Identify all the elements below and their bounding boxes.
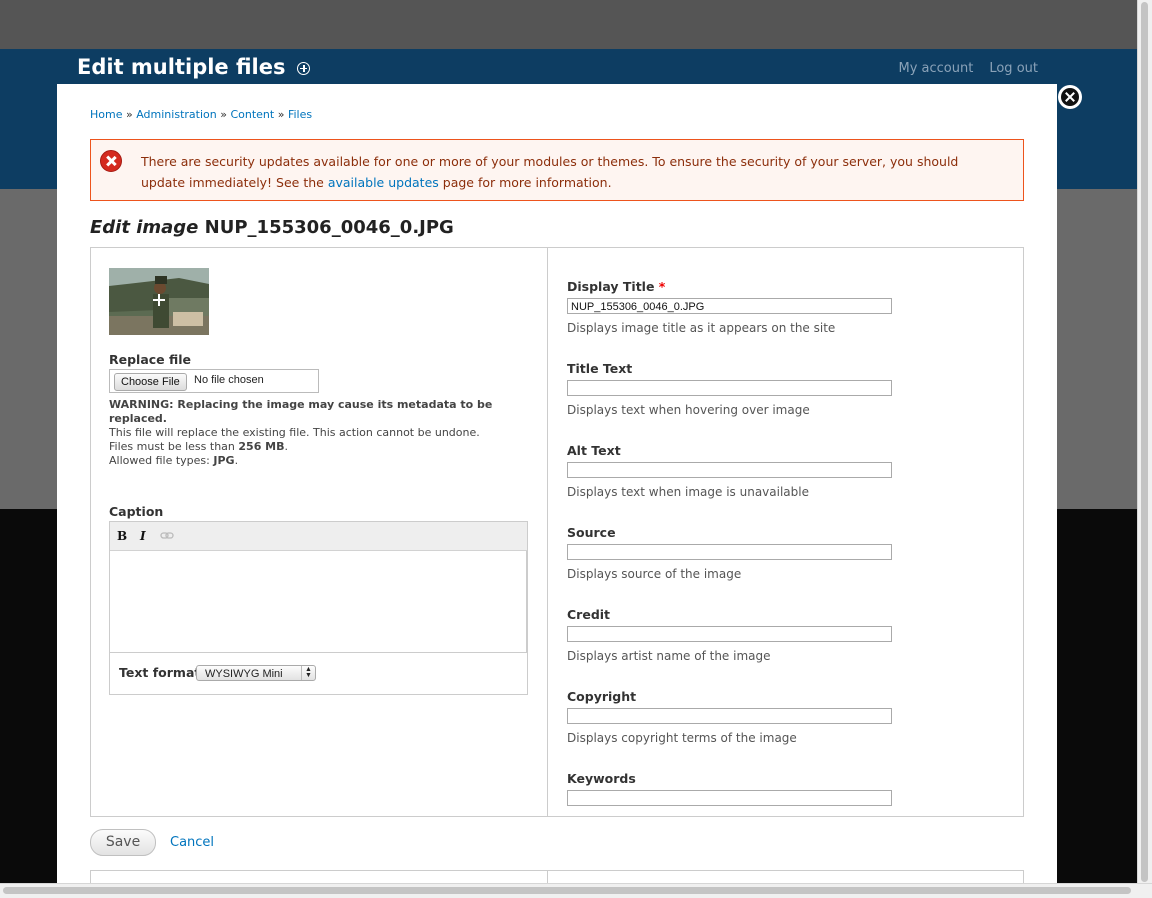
breadcrumb-administration[interactable]: Administration bbox=[136, 108, 217, 121]
breadcrumb-separator: » bbox=[125, 108, 133, 121]
caption-label: Caption bbox=[109, 504, 164, 519]
no-file-text: No file chosen bbox=[194, 374, 264, 386]
close-modal-button[interactable] bbox=[1058, 85, 1082, 109]
size-limit-prefix: Files must be less than bbox=[109, 440, 239, 453]
warning-line: This file will replace the existing file… bbox=[109, 426, 480, 439]
vertical-scroll-thumb[interactable] bbox=[1141, 2, 1148, 882]
file-types-value: JPG bbox=[213, 454, 235, 467]
title-text-desc: Displays text when hovering over image bbox=[567, 403, 810, 417]
text-format-label: Text format bbox=[119, 665, 201, 680]
breadcrumb-files[interactable]: Files bbox=[288, 108, 312, 121]
credit-desc: Displays artist name of the image bbox=[567, 649, 771, 663]
next-file-form bbox=[90, 870, 1024, 884]
security-alert: There are security updates available for… bbox=[90, 139, 1024, 201]
image-thumbnail[interactable] bbox=[109, 268, 209, 335]
credit-input[interactable] bbox=[567, 626, 892, 642]
copyright-desc: Displays copyright terms of the image bbox=[567, 731, 797, 745]
caption-editor: B I Text format WYSIWYG Mini ▲ ▼ bbox=[109, 521, 528, 695]
user-links: My account Log out bbox=[899, 61, 1039, 76]
column-divider bbox=[547, 248, 548, 816]
display-title-desc: Displays image title as it appears on th… bbox=[567, 321, 836, 335]
caption-textarea[interactable] bbox=[110, 551, 527, 653]
vertical-scrollbar[interactable] bbox=[1137, 0, 1152, 884]
italic-button[interactable]: I bbox=[140, 529, 146, 543]
my-account-link[interactable]: My account bbox=[899, 61, 974, 76]
source-desc: Displays source of the image bbox=[567, 567, 742, 581]
copyright-label: Copyright bbox=[567, 689, 637, 704]
warning-bold: WARNING: Replacing the image may cause i… bbox=[109, 398, 493, 425]
cancel-link[interactable]: Cancel bbox=[170, 835, 214, 850]
file-input[interactable]: Choose File No file chosen bbox=[109, 369, 319, 393]
breadcrumb-home[interactable]: Home bbox=[90, 108, 122, 121]
alt-text-input[interactable] bbox=[567, 462, 892, 478]
edit-heading-prefix: Edit image bbox=[90, 217, 199, 238]
replace-file-label: Replace file bbox=[109, 352, 192, 367]
page-title-text: Edit multiple files bbox=[77, 55, 286, 79]
edit-heading: Edit image NUP_155306_0046_0.JPG bbox=[90, 217, 454, 238]
save-button[interactable]: Save bbox=[90, 829, 156, 856]
source-label: Source bbox=[567, 525, 616, 540]
size-limit-value: 256 MB bbox=[238, 440, 285, 453]
breadcrumb-separator: » bbox=[220, 108, 227, 121]
breadcrumb-content[interactable]: Content bbox=[230, 108, 274, 121]
available-updates-link[interactable]: available updates bbox=[328, 175, 439, 190]
choose-file-button[interactable]: Choose File bbox=[114, 373, 187, 391]
breadcrumb-separator: » bbox=[277, 108, 285, 121]
credit-label: Credit bbox=[567, 607, 611, 622]
overlay-top bbox=[0, 0, 1152, 49]
add-shortcut-icon[interactable] bbox=[297, 61, 311, 75]
link-icon[interactable] bbox=[160, 529, 174, 543]
title-text-label: Title Text bbox=[567, 361, 633, 376]
alt-text-label: Alt Text bbox=[567, 443, 621, 458]
select-arrows-icon: ▲ ▼ bbox=[301, 666, 315, 680]
horizontal-scrollbar[interactable] bbox=[0, 883, 1152, 898]
title-text-input[interactable] bbox=[567, 380, 892, 396]
display-title-label: Display Title * bbox=[567, 279, 665, 294]
error-icon bbox=[100, 150, 122, 172]
text-format-select[interactable]: WYSIWYG Mini ▲ ▼ bbox=[196, 665, 316, 681]
keywords-label: Keywords bbox=[567, 771, 636, 786]
edit-form: Replace file Choose File No file chosen … bbox=[90, 247, 1024, 817]
source-input[interactable] bbox=[567, 544, 892, 560]
copyright-input[interactable] bbox=[567, 708, 892, 724]
breadcrumb: Home » Administration » Content » Files bbox=[90, 108, 312, 121]
keywords-input[interactable] bbox=[567, 790, 892, 806]
zoom-plus-icon[interactable] bbox=[153, 294, 165, 306]
horizontal-scroll-thumb[interactable] bbox=[3, 887, 1131, 894]
replace-warning: WARNING: Replacing the image may cause i… bbox=[109, 398, 509, 468]
size-limit-suffix: . bbox=[284, 440, 289, 453]
display-title-label-text: Display Title bbox=[567, 279, 655, 294]
file-types-suffix: . bbox=[234, 454, 239, 467]
log-out-link[interactable]: Log out bbox=[989, 61, 1038, 76]
alt-text-desc: Displays text when image is unavailable bbox=[567, 485, 809, 499]
editor-toolbar: B I bbox=[110, 522, 527, 551]
close-icon bbox=[1061, 88, 1079, 106]
text-format-value: WYSIWYG Mini bbox=[205, 668, 283, 680]
alert-text-end: page for more information. bbox=[438, 175, 612, 190]
display-title-input[interactable]: NUP_155306_0046_0.JPG bbox=[567, 298, 892, 314]
edit-modal: Home » Administration » Content » Files … bbox=[57, 84, 1057, 884]
page-title: Edit multiple files bbox=[77, 55, 311, 79]
alert-message: There are security updates available for… bbox=[141, 151, 1001, 193]
edit-heading-filename: NUP_155306_0046_0.JPG bbox=[204, 217, 454, 238]
file-types-prefix: Allowed file types: bbox=[109, 454, 214, 467]
required-marker: * bbox=[658, 279, 666, 294]
bold-button[interactable]: B bbox=[117, 529, 127, 543]
